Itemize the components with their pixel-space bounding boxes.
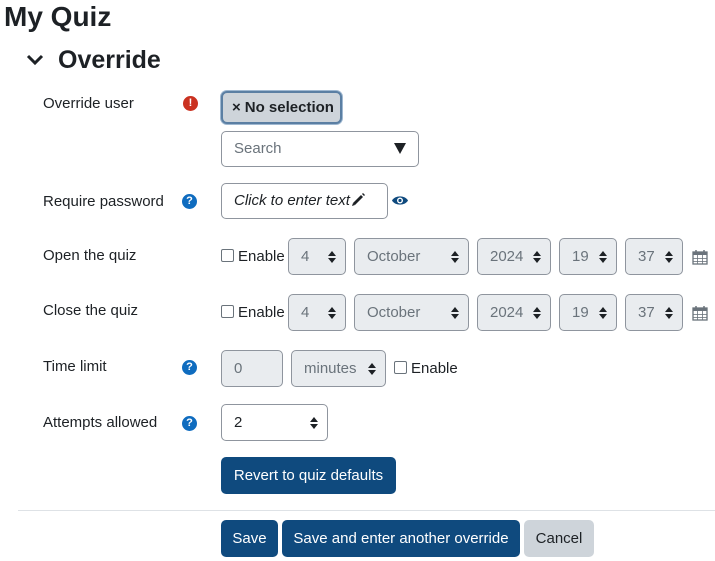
- close-minute-select[interactable]: 37: [625, 294, 683, 331]
- sort-arrows-icon: [533, 251, 541, 263]
- sort-arrows-icon: [599, 251, 607, 263]
- override-user-label: Override user: [43, 95, 134, 112]
- help-icon[interactable]: ?: [182, 416, 197, 431]
- checkbox[interactable]: [221, 305, 234, 318]
- time-limit-enable-checkbox[interactable]: Enable: [394, 359, 458, 379]
- attempts-allowed-label: Attempts allowed: [43, 414, 158, 431]
- section-title[interactable]: Override: [58, 42, 161, 78]
- open-day-select[interactable]: 4: [288, 238, 346, 275]
- attempts-select[interactable]: 2: [221, 404, 328, 441]
- checkbox[interactable]: [394, 361, 407, 374]
- calendar-icon[interactable]: [692, 249, 708, 265]
- sort-arrows-icon: [451, 307, 459, 319]
- checkbox-label: Enable: [411, 360, 458, 377]
- help-icon[interactable]: ?: [182, 194, 197, 209]
- chip-label: No selection: [244, 99, 334, 116]
- sort-arrows-icon: [328, 251, 336, 263]
- calendar-icon[interactable]: [692, 305, 708, 321]
- help-icon[interactable]: ?: [182, 360, 197, 375]
- save-button[interactable]: Save: [221, 520, 278, 557]
- sort-arrows-icon: [665, 251, 673, 263]
- pencil-icon[interactable]: [350, 192, 366, 208]
- cancel-button[interactable]: Cancel: [524, 520, 594, 557]
- open-year-select[interactable]: 2024: [477, 238, 551, 275]
- open-hour-select[interactable]: 19: [559, 238, 617, 275]
- close-year-select[interactable]: 2024: [477, 294, 551, 331]
- save-and-add-another-button[interactable]: Save and enter another override: [282, 520, 520, 557]
- close-month-select[interactable]: October: [354, 294, 469, 331]
- checkbox[interactable]: [221, 249, 234, 262]
- require-password-label: Require password: [43, 193, 164, 210]
- reveal-password-icon[interactable]: [391, 194, 409, 207]
- page-title: My Quiz: [4, 1, 112, 32]
- time-limit-label: Time limit: [43, 358, 107, 375]
- selected-user-chip[interactable]: × No selection: [221, 91, 342, 124]
- checkbox-label: Enable: [238, 248, 285, 265]
- time-limit-input[interactable]: 0: [221, 350, 283, 387]
- checkbox-label: Enable: [238, 304, 285, 321]
- caret-down-icon[interactable]: [393, 141, 407, 155]
- sort-arrows-icon: [665, 307, 673, 319]
- revert-defaults-button[interactable]: Revert to quiz defaults: [221, 457, 396, 494]
- sort-arrows-icon: [599, 307, 607, 319]
- close-hour-select[interactable]: 19: [559, 294, 617, 331]
- sort-arrows-icon: [533, 307, 541, 319]
- time-unit-select[interactable]: minutes: [291, 350, 386, 387]
- close-day-select[interactable]: 4: [288, 294, 346, 331]
- user-search-input[interactable]: Search: [221, 131, 419, 167]
- sort-arrows-icon: [328, 307, 336, 319]
- sort-arrows-icon: [451, 251, 459, 263]
- required-error-icon: !: [183, 96, 198, 111]
- open-minute-select[interactable]: 37: [625, 238, 683, 275]
- sort-arrows-icon: [310, 417, 318, 429]
- open-month-select[interactable]: October: [354, 238, 469, 275]
- close-enable-checkbox[interactable]: Enable: [221, 303, 285, 323]
- open-quiz-label: Open the quiz: [43, 247, 137, 264]
- remove-icon[interactable]: ×: [232, 99, 241, 116]
- divider: [18, 510, 715, 511]
- close-quiz-label: Close the quiz: [43, 302, 139, 319]
- open-enable-checkbox[interactable]: Enable: [221, 247, 285, 267]
- sort-arrows-icon: [368, 363, 376, 375]
- chevron-down-icon[interactable]: [25, 49, 45, 71]
